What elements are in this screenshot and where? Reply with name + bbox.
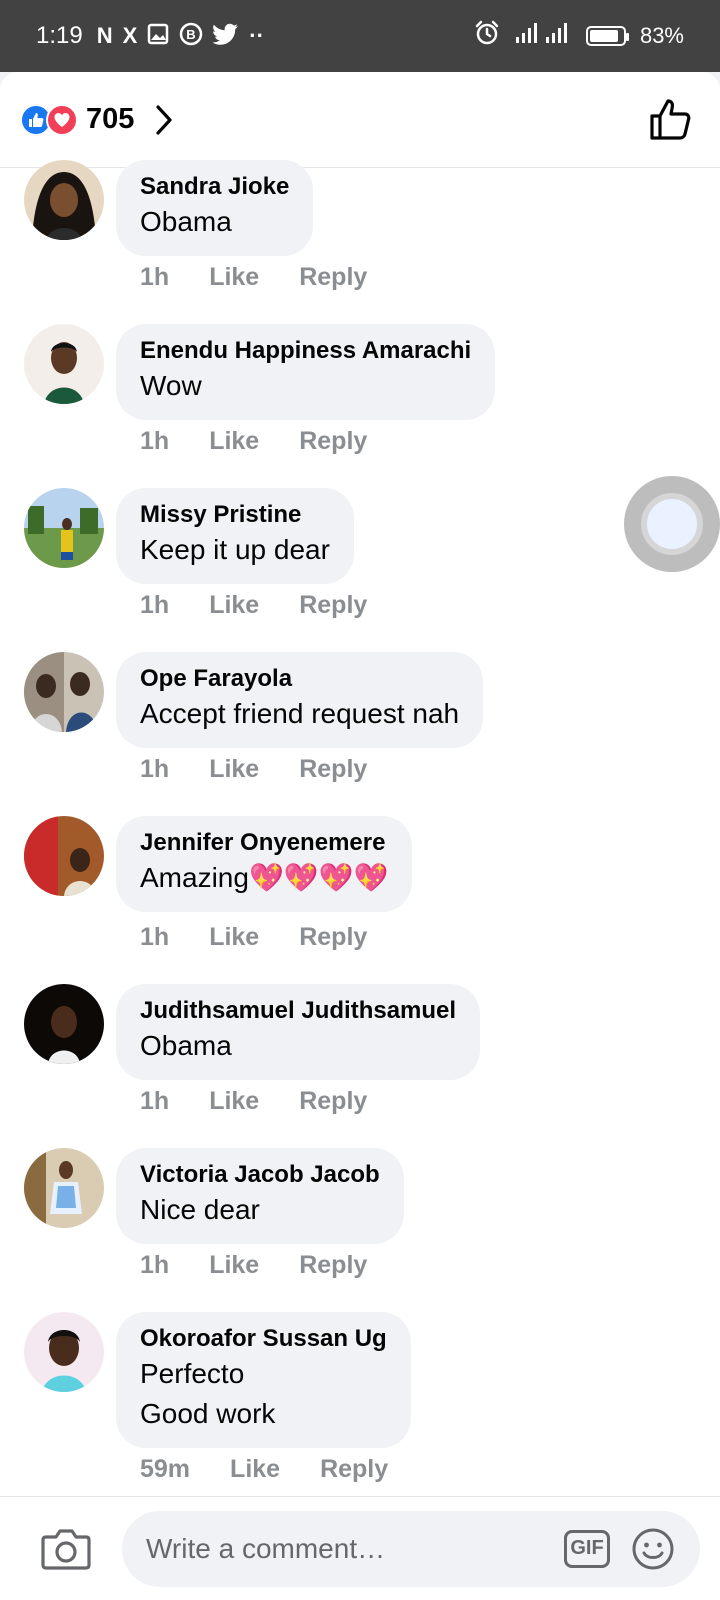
like-link[interactable]: Like — [209, 263, 259, 292]
system-status: 83% — [474, 20, 684, 52]
avatar[interactable] — [24, 324, 104, 404]
comment-bubble[interactable]: Sandra Jioke Obama — [116, 160, 314, 256]
status-bar: 1:19 N X B ·· 83% — [0, 0, 720, 72]
comment-time: 1h — [140, 591, 170, 619]
b-app-icon: B — [179, 22, 203, 50]
avatar[interactable] — [24, 1312, 104, 1392]
comment-actions: 1h Like Reply — [140, 427, 367, 456]
avatar[interactable] — [24, 1148, 104, 1228]
gallery-icon — [147, 23, 169, 49]
x-app-icon: X — [122, 23, 138, 48]
more-notifications-icon: ·· — [249, 23, 264, 48]
comment-author[interactable]: Enendu Happiness Amarachi — [140, 336, 471, 366]
comment-time: 1h — [140, 427, 170, 455]
comment-bubble[interactable]: Enendu Happiness Amarachi Wow — [116, 324, 496, 420]
comment-actions: 1h Like Reply — [140, 1087, 367, 1116]
comment-text: Accept friend request nah — [140, 698, 460, 729]
comment-text: Amazing💖💖💖💖 — [140, 862, 389, 893]
chevron-right-icon — [156, 104, 172, 135]
like-link[interactable]: Like — [209, 427, 259, 456]
comment-actions: 1h Like Reply — [140, 263, 367, 292]
avatar[interactable] — [24, 160, 104, 240]
reply-link[interactable]: Reply — [299, 591, 367, 620]
status-time: 1:19 — [36, 22, 83, 49]
comment-time: 1h — [140, 263, 170, 291]
comment-composer: Write a comment… GIF — [0, 1496, 720, 1600]
assistive-button-core — [641, 493, 703, 555]
comment-text: Perfecto — [140, 1358, 245, 1389]
comment-bubble[interactable]: Jennifer Onyenemere Amazing💖💖💖💖 — [116, 816, 413, 912]
reply-link[interactable]: Reply — [299, 427, 367, 456]
like-link[interactable]: Like — [209, 591, 259, 620]
comment-time: 1h — [140, 923, 170, 951]
floating-assistive-button[interactable] — [624, 476, 720, 572]
avatar[interactable] — [24, 488, 104, 568]
reply-link[interactable]: Reply — [299, 1087, 367, 1116]
comment-input-placeholder: Write a comment… — [146, 1532, 386, 1564]
comment-actions: 1h Like Reply — [140, 755, 367, 784]
comment-text: Keep it up dear — [140, 534, 330, 565]
avatar[interactable] — [24, 652, 104, 732]
comment-input[interactable]: Write a comment… GIF — [122, 1510, 700, 1587]
comment-time: 1h — [140, 755, 170, 783]
reaction-count: 705 — [86, 103, 135, 135]
like-link[interactable]: Like — [230, 1455, 280, 1484]
comment-author[interactable]: Sandra Jioke — [140, 172, 289, 202]
comment-time: 1h — [140, 1087, 170, 1115]
comments-sheet: 705 Sandra Jioke Obama 1h Like Reply Ene… — [0, 72, 720, 1600]
emoji-icon[interactable] — [630, 1526, 676, 1572]
comment-bubble[interactable]: Victoria Jacob Jacob Nice dear — [116, 1148, 404, 1244]
comment-text: Obama — [140, 206, 232, 237]
reply-link[interactable]: Reply — [299, 263, 367, 292]
like-link[interactable]: Like — [209, 755, 259, 784]
n-app-icon: N — [96, 23, 113, 48]
comment-text: Nice dear — [140, 1194, 260, 1225]
comment-actions: 1h Like Reply — [140, 1251, 367, 1280]
comment-bubble[interactable]: Okoroafor Sussan Ug Perfecto Good work — [116, 1312, 411, 1448]
signal-icon — [514, 21, 572, 51]
like-link[interactable]: Like — [209, 923, 259, 952]
comment-actions: 1h Like Reply — [140, 923, 367, 952]
comment-text: Wow — [140, 370, 202, 401]
comment-text: Good work — [140, 1398, 276, 1429]
gif-button[interactable]: GIF — [564, 1529, 610, 1568]
reactions-summary[interactable]: 705 — [20, 103, 176, 137]
reactions-header: 705 — [0, 72, 720, 168]
comment-bubble[interactable]: Ope Farayola Accept friend request nah — [116, 652, 484, 748]
comment-author[interactable]: Ope Farayola — [140, 664, 459, 694]
comment-bubble[interactable]: Judithsamuel Judithsamuel Obama — [116, 984, 481, 1080]
comment-author[interactable]: Victoria Jacob Jacob — [140, 1160, 380, 1190]
reply-link[interactable]: Reply — [320, 1455, 388, 1484]
thumbs-up-icon[interactable] — [646, 96, 694, 144]
comment-time: 59m — [140, 1455, 191, 1483]
notification-icons: N X B ·· — [97, 22, 264, 50]
camera-icon[interactable] — [38, 1521, 94, 1577]
love-icon — [46, 103, 78, 136]
svg-text:B: B — [187, 27, 196, 42]
comment-author[interactable]: Jennifer Onyenemere — [140, 828, 388, 858]
avatar[interactable] — [24, 816, 104, 896]
alarm-icon — [474, 20, 500, 52]
reply-link[interactable]: Reply — [299, 755, 367, 784]
like-link[interactable]: Like — [209, 1087, 259, 1116]
like-link[interactable]: Like — [209, 1251, 259, 1280]
comment-actions: 1h Like Reply — [140, 591, 367, 620]
battery-icon — [585, 26, 629, 46]
battery-percent: 83% — [639, 23, 684, 48]
comment-time: 1h — [140, 1251, 170, 1279]
comment-actions: 59m Like Reply — [140, 1455, 388, 1484]
avatar[interactable] — [24, 984, 104, 1064]
comment-author[interactable]: Okoroafor Sussan Ug — [140, 1324, 387, 1354]
reply-link[interactable]: Reply — [299, 923, 367, 952]
comment-author[interactable]: Judithsamuel Judithsamuel — [140, 996, 456, 1026]
comment-author[interactable]: Missy Pristine — [140, 500, 330, 530]
twitter-icon — [212, 23, 239, 49]
comment-bubble[interactable]: Missy Pristine Keep it up dear — [116, 488, 354, 584]
reply-link[interactable]: Reply — [299, 1251, 367, 1280]
comment-text: Obama — [140, 1030, 232, 1061]
